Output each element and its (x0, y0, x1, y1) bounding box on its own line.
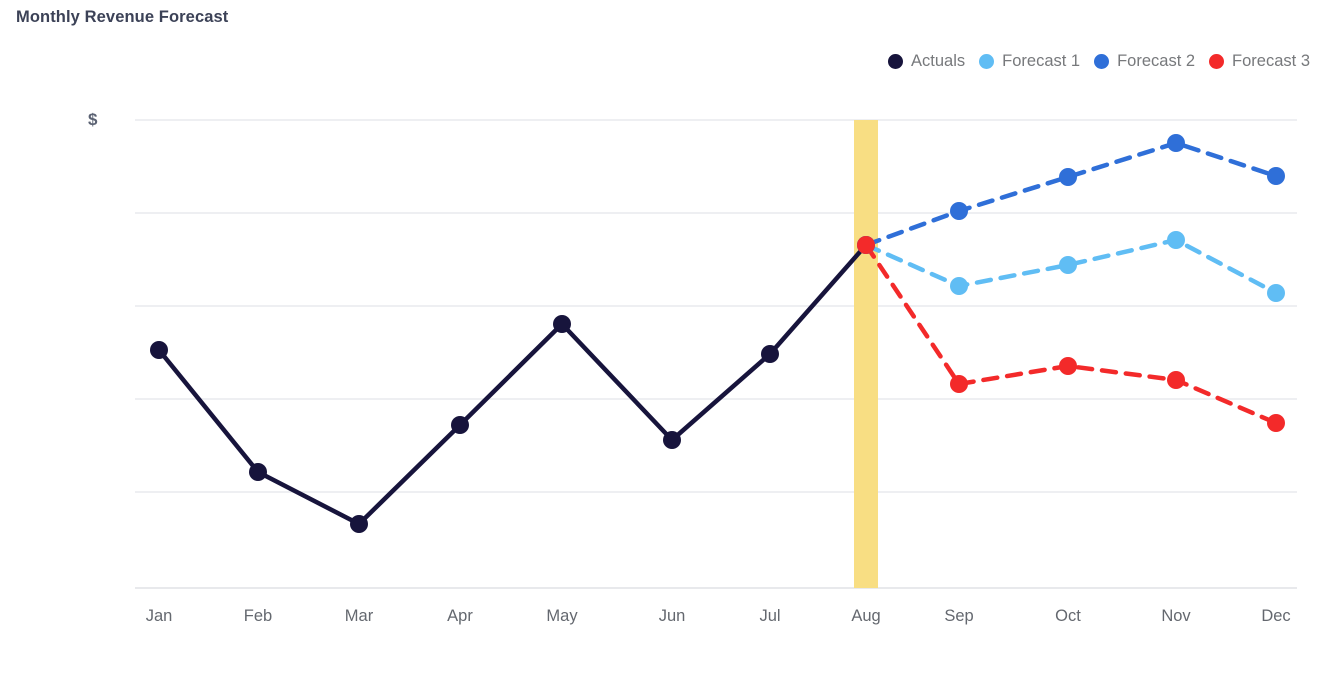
series-lines (156, 140, 1279, 527)
x-tick-label: Sep (944, 607, 973, 625)
x-axis-tick-labels: Jan Feb Mar Apr May Jun Jul Aug Sep Oct Nov Dec (146, 607, 1291, 625)
data-point-actuals[interactable] (761, 345, 779, 363)
data-point-actuals[interactable] (553, 315, 571, 333)
x-tick-label: Aug (851, 607, 880, 625)
data-point-actuals[interactable] (451, 416, 469, 434)
data-point-actuals[interactable] (150, 341, 168, 359)
x-tick-label: May (546, 607, 578, 625)
gridlines (135, 119, 1297, 589)
data-point-forecast-3[interactable] (1267, 414, 1285, 432)
data-point-forecast-3[interactable] (1059, 357, 1077, 375)
data-point-forecast-1[interactable] (1267, 284, 1285, 302)
aug-highlight-band (854, 120, 878, 588)
data-point-forecast-2[interactable] (1059, 168, 1077, 186)
data-point-actuals[interactable] (350, 515, 368, 533)
x-tick-label: Dec (1261, 607, 1290, 625)
x-tick-label: Nov (1161, 607, 1191, 625)
series-markers (150, 134, 1285, 533)
data-point-forecast-1[interactable] (1167, 231, 1185, 249)
x-tick-label: Jul (759, 607, 780, 625)
series-line-forecast-2 (863, 140, 1279, 248)
x-tick-label: Feb (244, 607, 272, 625)
x-tick-label: Jun (659, 607, 686, 625)
x-tick-label: Mar (345, 607, 374, 625)
x-tick-label: Apr (447, 607, 473, 625)
chart-container: Monthly Revenue Forecast Actuals Forecas… (0, 0, 1338, 680)
data-point-forecast-2[interactable] (950, 202, 968, 220)
data-point-actuals[interactable] (663, 431, 681, 449)
data-point-forecast-1[interactable] (1059, 256, 1077, 274)
data-point-forecast-2[interactable] (1167, 134, 1185, 152)
data-point-forecast-3[interactable] (950, 375, 968, 393)
data-point-actuals[interactable] (249, 463, 267, 481)
data-point-forecast-3[interactable] (1167, 371, 1185, 389)
series-line-actuals (156, 242, 869, 527)
aug-highlight-rect (854, 120, 878, 588)
x-tick-label: Jan (146, 607, 173, 625)
data-point-forecast-2[interactable] (1267, 167, 1285, 185)
x-tick-label: Oct (1055, 607, 1081, 625)
data-point-forecast-3[interactable] (857, 236, 875, 254)
chart-plot-area: Jan Feb Mar Apr May Jun Jul Aug Sep Oct Nov Dec (135, 119, 1297, 625)
data-point-forecast-1[interactable] (950, 277, 968, 295)
